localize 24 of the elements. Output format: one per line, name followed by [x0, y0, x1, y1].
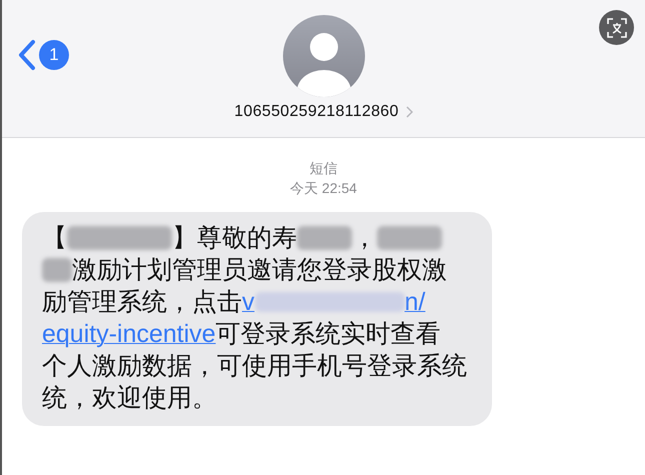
message-text: 统，欢迎使用。 — [42, 383, 217, 414]
unread-badge: 1 — [39, 40, 69, 70]
message-text: 可登录系统实时查看 — [216, 319, 441, 350]
message-text: ， — [352, 223, 377, 254]
message-link[interactable]: equity-incentive — [42, 318, 216, 350]
message-text: 个人激励数据，可使用手机号登录系统 — [42, 351, 467, 382]
redaction-mark — [297, 226, 352, 250]
message-text: 励管理系统，点击 — [42, 287, 242, 318]
sender-number[interactable]: 106550259218112860 — [234, 103, 413, 121]
back-button[interactable]: 1 — [18, 39, 69, 71]
chevron-right-icon — [406, 106, 413, 118]
timestamp: 今天 22:54 — [290, 180, 357, 198]
translate-button[interactable] — [599, 10, 634, 45]
message-text: 激励计划管理员邀请您登录股权激 — [72, 255, 447, 286]
back-chevron-icon — [18, 39, 36, 71]
message-type-label: 短信 — [310, 160, 338, 178]
message-text: 【 — [42, 223, 67, 254]
avatar-icon[interactable] — [282, 15, 364, 97]
translate-icon — [606, 18, 626, 38]
redaction-mark — [42, 258, 72, 282]
redaction-mark — [377, 226, 442, 250]
message-link[interactable]: v — [242, 286, 254, 318]
message-text: 】尊敬的寿 — [172, 223, 297, 254]
message-link[interactable]: n/ — [404, 286, 426, 318]
